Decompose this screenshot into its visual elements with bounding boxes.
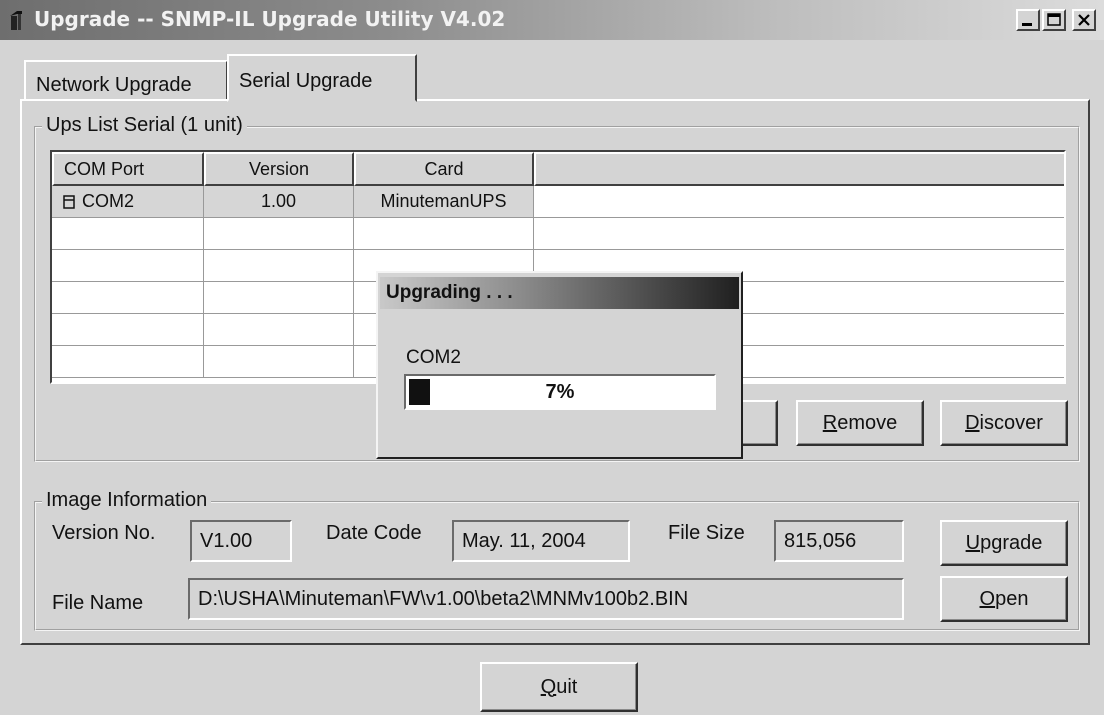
empty-cell	[204, 218, 354, 249]
file-name-field: D:\USHA\Minuteman\FW\v1.00\beta2\MNMv100…	[188, 578, 904, 620]
date-code-field: May. 11, 2004	[452, 520, 630, 562]
open-button-label: Open	[979, 587, 1029, 610]
ups-list-group-label: Ups List Serial (1 unit)	[42, 114, 247, 137]
cell-card: MinutemanUPS	[354, 186, 534, 217]
com-port-value: COM2	[82, 191, 135, 211]
empty-cell	[204, 282, 354, 313]
maximize-button[interactable]	[1042, 9, 1066, 31]
title-bar: Upgrade -- SNMP-IL Upgrade Utility V4.02	[0, 0, 1104, 40]
empty-cell	[52, 218, 204, 249]
file-size-field: 815,056	[774, 520, 904, 562]
remove-button[interactable]: Remove	[796, 400, 924, 446]
column-header-com-port-label: COM Port	[64, 158, 145, 179]
empty-cell	[204, 250, 354, 281]
cell-blank	[534, 186, 1064, 217]
minimize-icon	[1022, 23, 1032, 26]
dialog-title: Upgrading . . .	[386, 282, 513, 303]
empty-cell	[52, 346, 204, 377]
card-value: MinutemanUPS	[380, 191, 507, 211]
table-row[interactable]: COM2 1.00 MinutemanUPS	[52, 186, 1064, 218]
empty-cell	[52, 282, 204, 313]
date-code-label: Date Code	[326, 522, 422, 544]
version-field: V1.00	[190, 520, 292, 562]
empty-cell	[204, 346, 354, 377]
cell-com-port: COM2	[52, 186, 204, 217]
upgrade-button[interactable]: Upgrade	[940, 520, 1068, 566]
quit-button-label: Quit	[540, 675, 578, 698]
file-size-label: File Size	[668, 522, 745, 544]
column-header-com-port[interactable]: COM Port	[52, 152, 204, 186]
discover-button-label: Discover	[965, 411, 1043, 434]
table-row	[52, 218, 1064, 250]
upgrade-button-label: Upgrade	[965, 531, 1043, 554]
cell-version: 1.00	[204, 186, 354, 217]
window-title: Upgrade -- SNMP-IL Upgrade Utility V4.02	[34, 7, 506, 31]
image-info-group-label: Image Information	[42, 489, 212, 512]
maximize-icon	[1047, 13, 1061, 26]
open-button[interactable]: Open	[940, 576, 1068, 622]
remove-button-label: Remove	[822, 411, 898, 434]
upgrade-progress-bar: 7%	[404, 374, 716, 410]
dialog-title-bar: Upgrading . . .	[380, 277, 739, 309]
progress-percent-text: 7%	[545, 380, 575, 403]
upgrading-dialog: Upgrading . . . COM2 7%	[376, 271, 743, 459]
column-header-blank[interactable]	[534, 152, 1064, 186]
list-header: COM Port Version Card	[52, 152, 1064, 186]
empty-cell	[204, 314, 354, 345]
column-header-version-label: Version	[248, 158, 310, 179]
close-button[interactable]	[1072, 9, 1096, 31]
quit-button[interactable]: Quit	[480, 662, 638, 712]
file-name-label: File Name	[52, 592, 144, 614]
file-name-value: D:\USHA\Minuteman\FW\v1.00\beta2\MNMv100…	[198, 588, 689, 610]
discover-button[interactable]: Discover	[940, 400, 1068, 446]
minimize-button[interactable]	[1016, 9, 1040, 31]
version-field-value: V1.00	[200, 530, 253, 552]
ups-device-icon	[63, 194, 75, 209]
tab-network-upgrade-label: Network Upgrade	[36, 74, 192, 96]
version-label: Version No.	[52, 522, 156, 544]
tab-serial-upgrade[interactable]: Serial Upgrade	[227, 54, 417, 102]
empty-cell	[52, 250, 204, 281]
dialog-port-label: COM2	[406, 347, 461, 368]
tab-serial-upgrade-label: Serial Upgrade	[239, 70, 373, 92]
file-size-value: 815,056	[784, 530, 857, 552]
column-header-version[interactable]: Version	[204, 152, 354, 186]
column-header-card[interactable]: Card	[354, 152, 534, 186]
empty-cell	[52, 314, 204, 345]
version-value: 1.00	[260, 191, 297, 211]
empty-cell	[354, 218, 534, 249]
app-icon	[10, 11, 22, 30]
close-icon	[1078, 14, 1090, 26]
date-code-value: May. 11, 2004	[462, 530, 586, 552]
tab-network-upgrade[interactable]: Network Upgrade	[24, 60, 228, 100]
column-header-card-label: Card	[424, 158, 464, 179]
